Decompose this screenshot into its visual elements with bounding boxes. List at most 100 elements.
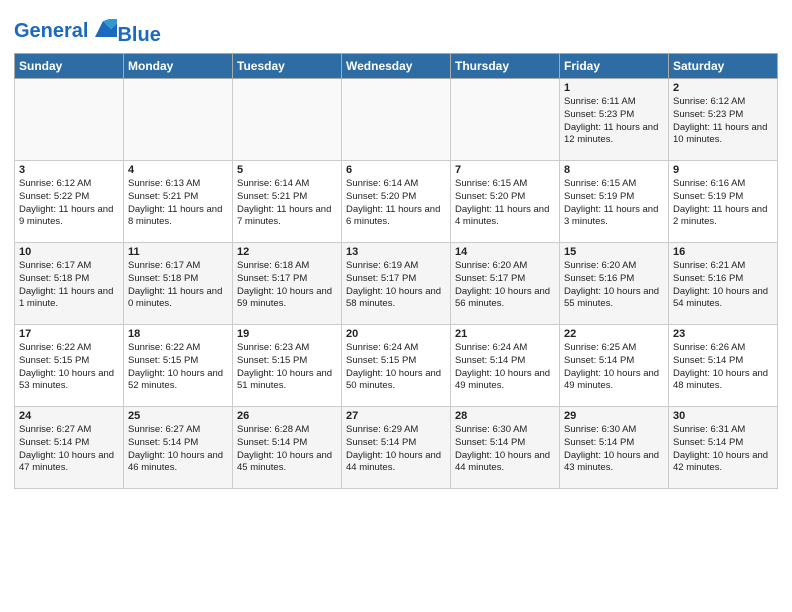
calendar-week-5: 24Sunrise: 6:27 AMSunset: 5:14 PMDayligh… xyxy=(15,407,778,489)
day-info: Sunrise: 6:17 AM xyxy=(19,260,119,273)
day-info: Daylight: 11 hours and 4 minutes. xyxy=(455,204,555,230)
day-info: Sunset: 5:19 PM xyxy=(673,191,773,204)
calendar-cell: 23Sunrise: 6:26 AMSunset: 5:14 PMDayligh… xyxy=(669,325,778,407)
day-number: 19 xyxy=(237,328,337,340)
day-info: Sunrise: 6:24 AM xyxy=(346,342,446,355)
calendar-cell xyxy=(15,79,124,161)
day-info: Daylight: 10 hours and 52 minutes. xyxy=(128,368,228,394)
day-info: Sunrise: 6:22 AM xyxy=(19,342,119,355)
day-info: Sunset: 5:17 PM xyxy=(455,273,555,286)
day-info: Sunset: 5:14 PM xyxy=(564,437,664,450)
day-info: Sunset: 5:14 PM xyxy=(346,437,446,450)
day-info: Sunset: 5:23 PM xyxy=(564,109,664,122)
calendar-week-2: 3Sunrise: 6:12 AMSunset: 5:22 PMDaylight… xyxy=(15,161,778,243)
day-info: Daylight: 11 hours and 6 minutes. xyxy=(346,204,446,230)
calendar-cell: 29 Sunrise: 6:30 AMSunset: 5:14 PMDayligh… xyxy=(560,407,669,489)
day-number: 26 xyxy=(237,410,337,422)
logo-icon xyxy=(89,19,117,41)
day-info: Daylight: 10 hours and 44 minutes. xyxy=(455,450,555,476)
day-number: 2 xyxy=(673,82,773,94)
day-info: Sunset: 5:18 PM xyxy=(19,273,119,286)
day-info: Sunset: 5:17 PM xyxy=(346,273,446,286)
calendar-cell: 12Sunrise: 6:18 AMSunset: 5:17 PMDayligh… xyxy=(233,243,342,325)
day-info: Sunrise: 6:13 AM xyxy=(128,178,228,191)
logo-text: General xyxy=(14,21,88,41)
day-number: 30 xyxy=(673,410,773,422)
day-info: Sunrise: 6:18 AM xyxy=(237,260,337,273)
day-info: Sunset: 5:15 PM xyxy=(346,355,446,368)
day-info: Daylight: 11 hours and 3 minutes. xyxy=(564,204,664,230)
calendar-cell: 19Sunrise: 6:23 AMSunset: 5:15 PMDayligh… xyxy=(233,325,342,407)
calendar-cell: 18Sunrise: 6:22 AMSunset: 5:15 PMDayligh… xyxy=(124,325,233,407)
calendar-cell: 25Sunrise: 6:27 AMSunset: 5:14 PMDayligh… xyxy=(124,407,233,489)
day-number: 9 xyxy=(673,164,773,176)
page-container: General Blue SundayMondayTuesdayWednesda… xyxy=(0,0,792,495)
calendar-cell: 10Sunrise: 6:17 AMSunset: 5:18 PMDayligh… xyxy=(15,243,124,325)
calendar-cell: 7 Sunrise: 6:15 AMSunset: 5:20 PMDaylight… xyxy=(451,161,560,243)
calendar-cell: 13Sunrise: 6:19 AMSunset: 5:17 PMDayligh… xyxy=(342,243,451,325)
day-info: Sunrise: 6:22 AM xyxy=(128,342,228,355)
day-info: Sunrise: 6:31 AM xyxy=(673,424,773,437)
day-info: Daylight: 11 hours and 10 minutes. xyxy=(673,122,773,148)
calendar-cell xyxy=(342,79,451,161)
calendar-cell: 26Sunrise: 6:28 AMSunset: 5:14 PMDayligh… xyxy=(233,407,342,489)
calendar-table: SundayMondayTuesdayWednesdayThursdayFrid… xyxy=(14,53,778,489)
day-info: Sunrise: 6:23 AM xyxy=(237,342,337,355)
day-info: Sunset: 5:18 PM xyxy=(128,273,228,286)
day-number: 29 xyxy=(564,410,664,422)
calendar-cell: 1Sunrise: 6:11 AMSunset: 5:23 PMDaylight… xyxy=(560,79,669,161)
day-number: 12 xyxy=(237,246,337,258)
header: General Blue xyxy=(14,10,778,47)
day-info: Daylight: 10 hours and 42 minutes. xyxy=(673,450,773,476)
day-info: Sunset: 5:14 PM xyxy=(673,437,773,450)
calendar-cell: 14Sunrise: 6:20 AMSunset: 5:17 PMDayligh… xyxy=(451,243,560,325)
day-info: Sunrise: 6:30 AM xyxy=(564,424,664,437)
calendar-cell: 5Sunrise: 6:14 AMSunset: 5:21 PMDaylight… xyxy=(233,161,342,243)
day-info: Sunrise: 6:25 AM xyxy=(564,342,664,355)
day-number: 24 xyxy=(19,410,119,422)
day-info: Daylight: 10 hours and 43 minutes. xyxy=(564,450,664,476)
logo-blue-text: Blue xyxy=(117,24,160,46)
day-info: Sunset: 5:20 PM xyxy=(455,191,555,204)
day-number: 1 xyxy=(564,82,664,94)
calendar-week-1: 1Sunrise: 6:11 AMSunset: 5:23 PMDaylight… xyxy=(15,79,778,161)
day-number: 5 xyxy=(237,164,337,176)
day-number: 11 xyxy=(128,246,228,258)
day-info: Sunrise: 6:15 AM xyxy=(455,178,555,191)
day-info: Sunset: 5:14 PM xyxy=(564,355,664,368)
day-number: 20 xyxy=(346,328,446,340)
day-info: Sunrise: 6:20 AM xyxy=(564,260,664,273)
day-number: 22 xyxy=(564,328,664,340)
calendar-cell: 27Sunrise: 6:29 AMSunset: 5:14 PMDayligh… xyxy=(342,407,451,489)
day-info: Daylight: 11 hours and 7 minutes. xyxy=(237,204,337,230)
day-info: Daylight: 11 hours and 9 minutes. xyxy=(19,204,119,230)
day-info: Sunrise: 6:12 AM xyxy=(19,178,119,191)
day-info: Sunrise: 6:17 AM xyxy=(128,260,228,273)
day-number: 7 xyxy=(455,164,555,176)
day-info: Sunrise: 6:29 AM xyxy=(346,424,446,437)
day-info: Daylight: 11 hours and 2 minutes. xyxy=(673,204,773,230)
calendar-header-friday: Friday xyxy=(560,54,669,79)
day-info: Sunrise: 6:28 AM xyxy=(237,424,337,437)
day-number: 10 xyxy=(19,246,119,258)
calendar-cell: 20Sunrise: 6:24 AMSunset: 5:15 PMDayligh… xyxy=(342,325,451,407)
calendar-cell: 16Sunrise: 6:21 AMSunset: 5:16 PMDayligh… xyxy=(669,243,778,325)
day-info: Sunrise: 6:27 AM xyxy=(128,424,228,437)
calendar-cell: 17Sunrise: 6:22 AMSunset: 5:15 PMDayligh… xyxy=(15,325,124,407)
calendar-cell xyxy=(233,79,342,161)
day-info: Daylight: 10 hours and 46 minutes. xyxy=(128,450,228,476)
calendar-cell: 15Sunrise: 6:20 AMSunset: 5:16 PMDayligh… xyxy=(560,243,669,325)
calendar-cell: 30 Sunrise: 6:31 AMSunset: 5:14 PMDayligh… xyxy=(669,407,778,489)
day-number: 3 xyxy=(19,164,119,176)
day-info: Daylight: 11 hours and 0 minutes. xyxy=(128,286,228,312)
day-info: Daylight: 10 hours and 49 minutes. xyxy=(455,368,555,394)
day-info: Sunset: 5:15 PM xyxy=(128,355,228,368)
day-info: Sunrise: 6:14 AM xyxy=(346,178,446,191)
day-number: 16 xyxy=(673,246,773,258)
calendar-cell: 2Sunrise: 6:12 AMSunset: 5:23 PMDaylight… xyxy=(669,79,778,161)
day-info: Sunset: 5:15 PM xyxy=(19,355,119,368)
calendar-cell: 11 Sunrise: 6:17 AMSunset: 5:18 PMDayligh… xyxy=(124,243,233,325)
day-info: Daylight: 10 hours and 55 minutes. xyxy=(564,286,664,312)
day-number: 23 xyxy=(673,328,773,340)
day-info: Sunrise: 6:27 AM xyxy=(19,424,119,437)
